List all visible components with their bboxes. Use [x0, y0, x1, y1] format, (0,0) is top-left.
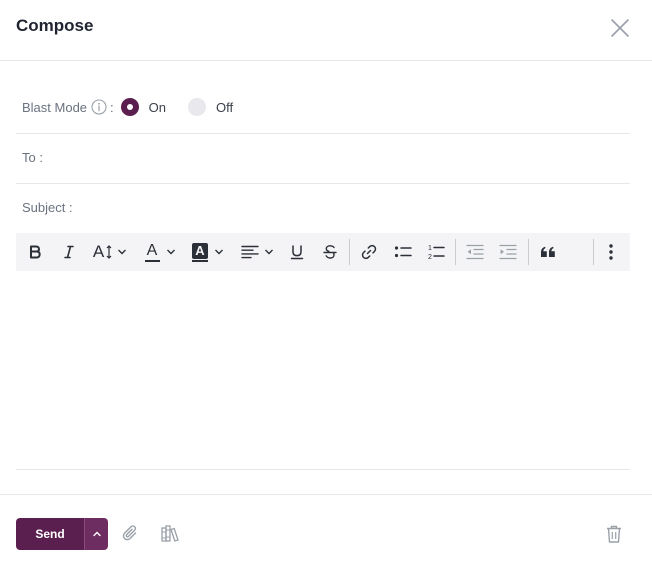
toolbar-separator — [593, 239, 594, 265]
svg-text:2: 2 — [428, 254, 432, 261]
link-icon — [361, 244, 377, 260]
align-left-icon — [240, 245, 259, 259]
send-button-group: Send — [16, 518, 108, 550]
chevron-down-icon — [264, 249, 273, 255]
chevron-down-icon — [166, 249, 175, 255]
to-label: To : — [22, 150, 43, 165]
bulleted-list-button[interactable] — [390, 233, 416, 271]
close-button[interactable] — [608, 16, 632, 40]
strikethrough-icon — [323, 245, 337, 259]
font-size-icon: A — [92, 242, 105, 261]
templates-icon — [161, 525, 179, 542]
numbered-list-icon: 1 2 — [428, 245, 445, 261]
to-input[interactable] — [60, 140, 630, 176]
numbered-list-button[interactable]: 1 2 — [423, 233, 449, 271]
subject-label: Subject : — [22, 200, 73, 215]
underline-button[interactable] — [284, 233, 310, 271]
send-options-button[interactable] — [84, 518, 108, 550]
editor-toolbar: A A A 1 2 — [16, 233, 630, 271]
link-button[interactable] — [356, 233, 382, 271]
more-options-button[interactable] — [600, 233, 622, 271]
strikethrough-button[interactable] — [317, 233, 343, 271]
indent-button[interactable] — [495, 233, 521, 271]
paperclip-icon — [122, 525, 137, 541]
highlight-color-button[interactable]: A — [188, 233, 228, 271]
toolbar-separator — [349, 239, 350, 265]
svg-text:1: 1 — [428, 245, 432, 252]
subject-input[interactable] — [84, 190, 630, 226]
compose-header: Compose — [0, 0, 652, 61]
blast-mode-off-label: Off — [216, 99, 234, 115]
trash-icon — [607, 525, 621, 543]
chevron-up-icon — [92, 531, 101, 537]
discard-button[interactable] — [602, 522, 626, 546]
message-editor[interactable] — [16, 271, 630, 470]
italic-icon — [64, 245, 74, 259]
blast-mode-on-label: On — [148, 99, 167, 115]
chevron-down-icon — [215, 249, 223, 255]
blast-mode-label: Blast Mode — [22, 99, 88, 115]
page-title: Compose — [16, 16, 94, 35]
blast-mode-on-radio[interactable]: On — [120, 98, 167, 116]
send-button[interactable]: Send — [16, 518, 84, 550]
bulleted-list-icon — [394, 246, 412, 258]
font-color-button[interactable]: A — [142, 233, 178, 271]
footer-divider — [0, 494, 652, 495]
close-icon — [611, 19, 629, 37]
radio-unselected-icon — [188, 98, 207, 116]
italic-button[interactable] — [56, 233, 82, 271]
blockquote-button[interactable] — [535, 233, 561, 271]
attach-button[interactable] — [119, 522, 143, 546]
underline-icon — [290, 245, 304, 260]
bold-icon — [30, 245, 41, 259]
radio-selected-icon — [120, 98, 139, 116]
font-size-button[interactable]: A — [90, 233, 130, 271]
toolbar-separator — [455, 239, 456, 265]
outdent-button[interactable] — [462, 233, 488, 271]
chevron-down-icon — [118, 249, 127, 255]
divider — [16, 133, 630, 134]
blast-mode-colon: : — [110, 99, 114, 115]
blast-mode-off-radio[interactable]: Off — [188, 98, 233, 116]
highlight-color-icon: A — [192, 242, 208, 262]
toolbar-separator — [528, 239, 529, 265]
info-icon[interactable] — [91, 99, 107, 115]
outdent-icon — [466, 244, 484, 260]
align-button[interactable] — [238, 233, 276, 271]
templates-button[interactable] — [158, 522, 182, 546]
font-color-icon: A — [144, 242, 160, 262]
indent-icon — [499, 244, 517, 260]
bold-button[interactable] — [22, 233, 48, 271]
blast-mode-row: Blast Mode : On Off — [22, 94, 233, 120]
more-vertical-icon — [609, 244, 613, 260]
text-height-icon — [106, 245, 112, 259]
blockquote-icon — [541, 246, 555, 257]
divider — [16, 183, 630, 184]
